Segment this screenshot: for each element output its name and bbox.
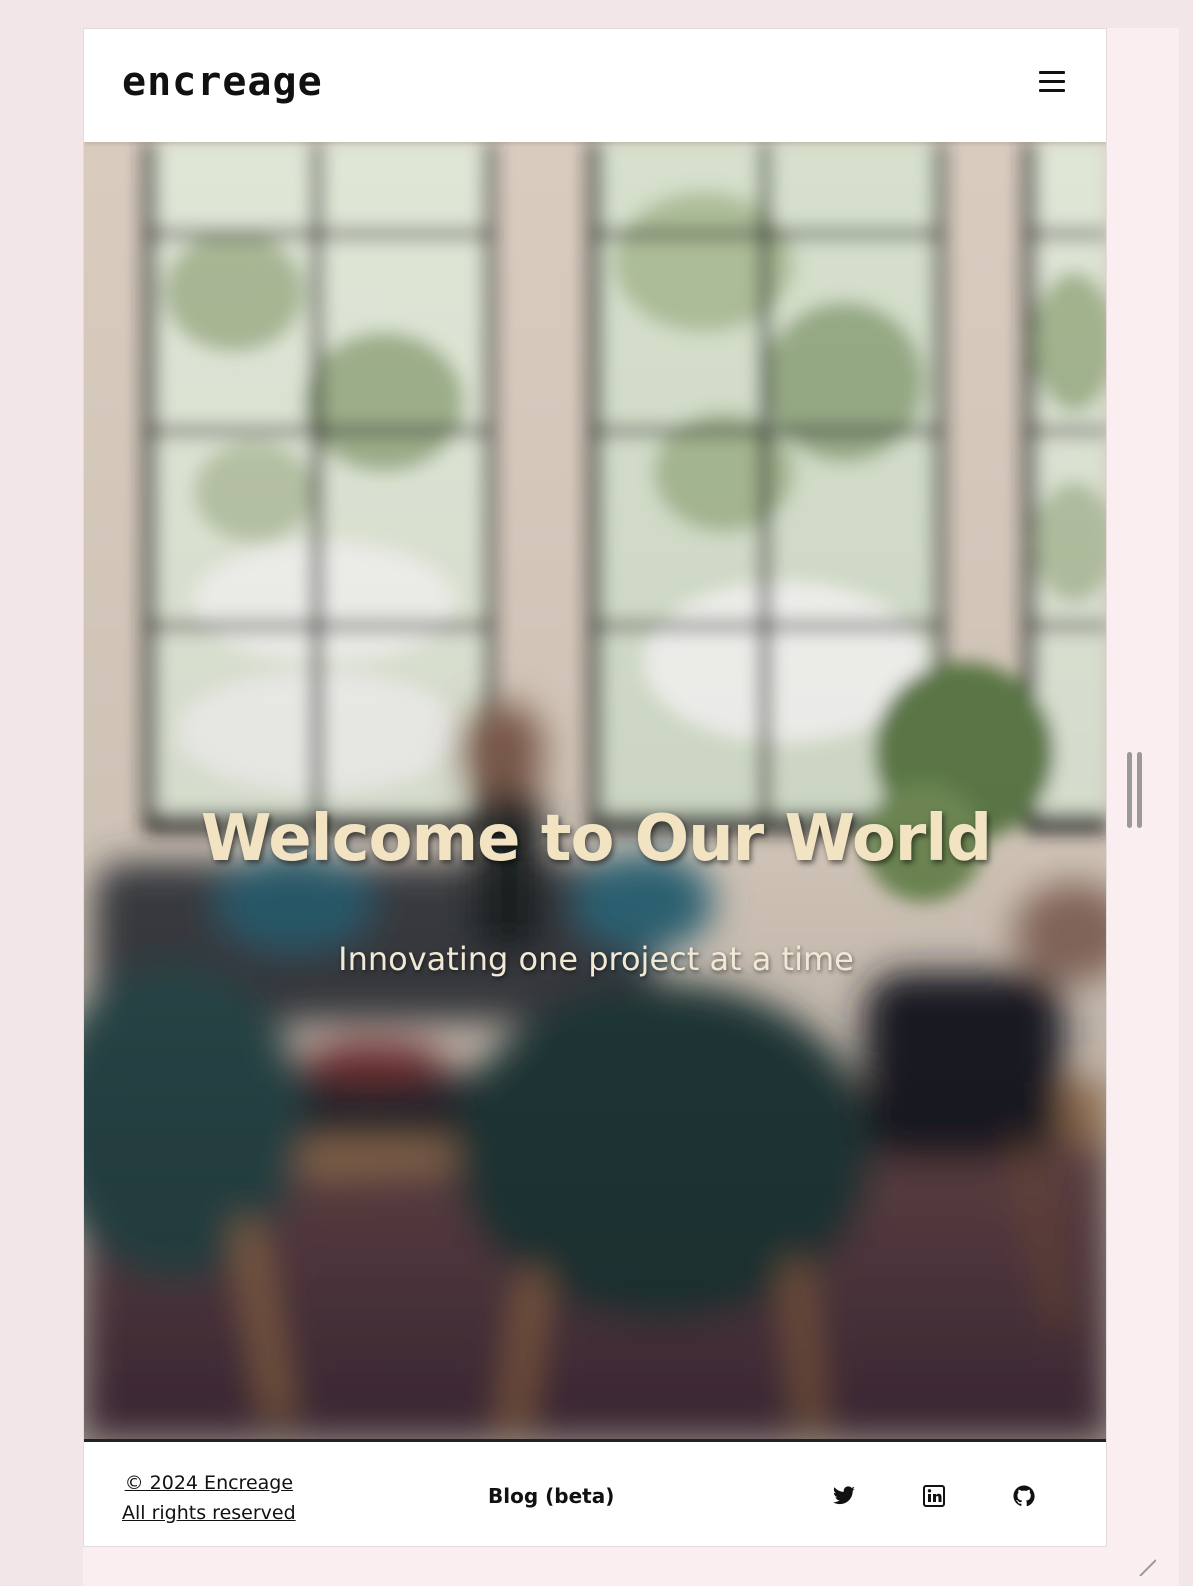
copyright: © 2024 Encreage All rights reserved xyxy=(122,1468,296,1528)
blog-link[interactable]: Blog (beta) xyxy=(488,1484,614,1508)
copyright-line-1[interactable]: © 2024 Encreage xyxy=(122,1468,296,1498)
hero-section: Welcome to Our World Innovating one proj… xyxy=(84,142,1106,1439)
hero-background-image xyxy=(84,142,1106,1439)
page: encreage Welcome to Our World Innovating… xyxy=(83,28,1107,1547)
site-footer: © 2024 Encreage All rights reserved Blog… xyxy=(84,1439,1106,1546)
scrollbar-handle[interactable] xyxy=(1127,752,1143,828)
github-icon[interactable] xyxy=(1012,1484,1036,1508)
twitter-icon[interactable] xyxy=(832,1484,856,1508)
hero-subtitle: Innovating one project at a time xyxy=(338,940,854,978)
hero-title: Welcome to Our World xyxy=(200,802,992,876)
site-logo[interactable]: encreage xyxy=(122,59,323,105)
resize-grip-icon[interactable] xyxy=(1136,1556,1156,1576)
linkedin-icon[interactable] xyxy=(922,1484,946,1508)
hamburger-menu-icon[interactable] xyxy=(1034,67,1070,97)
site-header: encreage xyxy=(84,29,1106,142)
copyright-line-2[interactable]: All rights reserved xyxy=(122,1498,296,1528)
